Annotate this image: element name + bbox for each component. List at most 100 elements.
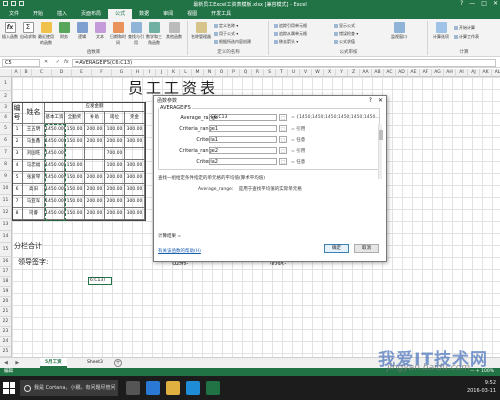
row-header[interactable]: 22	[0, 317, 12, 327]
edge-icon[interactable]	[146, 381, 160, 395]
column-header[interactable]: N	[204, 69, 216, 77]
column-header[interactable]: U	[288, 69, 300, 77]
active-cell[interactable]: 6:C13)	[88, 277, 112, 285]
range-picker-icon[interactable]: ⬚	[279, 158, 287, 165]
column-header[interactable]: M	[192, 69, 204, 77]
argument-input[interactable]	[209, 147, 277, 154]
row-header[interactable]: 18	[0, 277, 12, 287]
column-header[interactable]: AE	[408, 69, 420, 77]
tab-data[interactable]: 数据	[132, 9, 156, 19]
trace-precedents-button[interactable]: 追踪引用单元格	[274, 23, 307, 29]
error-checking-button[interactable]: 错误检查 ▾	[334, 31, 358, 37]
argument-input[interactable]	[209, 136, 277, 143]
row-header[interactable]: 5	[0, 123, 12, 135]
maximize-button[interactable]: □	[481, 0, 487, 7]
tab-review[interactable]: 审阅	[156, 9, 180, 19]
row-header[interactable]: 2	[0, 91, 12, 103]
row-header[interactable]: 6	[0, 135, 12, 147]
dialog-close-button[interactable]: ✕	[378, 97, 383, 104]
calculation-options-button[interactable]: 计算选项	[431, 22, 451, 40]
autosum-button[interactable]: Σ 自动求和	[20, 22, 36, 40]
calculate-now-button[interactable]: 开始计算	[454, 25, 475, 31]
range-picker-icon[interactable]: ⬚	[279, 125, 287, 132]
tab-home[interactable]: 开始	[26, 9, 50, 19]
column-header[interactable]: Y	[336, 69, 348, 77]
use-in-formula-button[interactable]: 用于公式 ▾	[214, 31, 238, 37]
column-header[interactable]: AA	[360, 69, 372, 77]
column-header[interactable]: T	[276, 69, 288, 77]
sheet-tab-may-salary[interactable]: 5月工资	[40, 358, 67, 368]
help-button[interactable]: ?	[460, 0, 463, 7]
column-header[interactable]: A	[12, 69, 21, 77]
row-header[interactable]: 12	[0, 207, 12, 219]
column-header[interactable]: AI	[456, 69, 468, 77]
formula-cancel-enter-buttons[interactable]: ✕ ✓	[44, 59, 63, 65]
column-header[interactable]: X	[324, 69, 336, 77]
insert-function-button[interactable]: fx 插入函数	[2, 22, 18, 40]
excel-icon[interactable]	[206, 381, 220, 395]
column-header[interactable]: B	[21, 69, 32, 77]
calculate-sheet-button[interactable]: 计算工作表	[454, 34, 479, 40]
row-header[interactable]: 21	[0, 307, 12, 317]
tab-view[interactable]: 视图	[180, 9, 204, 19]
tab-insert[interactable]: 插入	[50, 9, 74, 19]
remove-arrows-button[interactable]: 移去箭头 ▾	[274, 39, 298, 45]
lookup-button[interactable]: 查找与引用	[128, 22, 144, 46]
column-header[interactable]: AB	[372, 69, 384, 77]
column-header[interactable]: AK	[480, 69, 492, 77]
tab-developer[interactable]: 开发工具	[204, 9, 238, 19]
row-header[interactable]: 25	[0, 347, 12, 357]
column-header[interactable]: S	[264, 69, 276, 77]
help-link[interactable]: 有关该函数的帮助(H)	[158, 248, 201, 254]
range-picker-icon[interactable]: ⬚	[279, 114, 287, 121]
column-header[interactable]: AH	[444, 69, 456, 77]
logical-button[interactable]: 逻辑	[74, 22, 90, 40]
sheet-nav-arrows[interactable]: ◀ ▶	[4, 360, 22, 366]
file-explorer-icon[interactable]	[166, 381, 180, 395]
column-header[interactable]: R	[252, 69, 264, 77]
add-sheet-button[interactable]: +	[114, 359, 122, 367]
row-header[interactable]: 10	[0, 183, 12, 195]
column-header[interactable]: L	[180, 69, 192, 77]
trace-dependents-button[interactable]: 追踪从属单元格	[274, 31, 307, 37]
argument-input[interactable]	[209, 158, 277, 165]
row-header[interactable]: 1	[0, 77, 12, 91]
row-header[interactable]: 19	[0, 287, 12, 297]
row-header[interactable]: 17	[0, 267, 12, 277]
column-header[interactable]: C	[32, 69, 52, 77]
range-picker-icon[interactable]: ⬚	[279, 136, 287, 143]
column-header[interactable]: E	[72, 69, 92, 77]
row-header[interactable]: 4	[0, 113, 12, 123]
tab-page-layout[interactable]: 页面布局	[74, 9, 108, 19]
column-header[interactable]: P	[228, 69, 240, 77]
column-header[interactable]: Z	[348, 69, 360, 77]
windows-start-icon[interactable]	[3, 382, 15, 394]
row-header[interactable]: 7	[0, 147, 12, 159]
sheet-tab-sheet3[interactable]: Sheet3	[82, 358, 108, 368]
column-header[interactable]: AG	[432, 69, 444, 77]
math-button[interactable]: 数学和三角函数	[146, 22, 162, 46]
column-header[interactable]: Q	[240, 69, 252, 77]
column-header[interactable]: G	[112, 69, 132, 77]
row-header[interactable]: 20	[0, 297, 12, 307]
minimize-button[interactable]: —	[469, 0, 475, 7]
more-functions-button[interactable]: 其他函数	[166, 22, 182, 40]
define-name-button[interactable]: 定义名称 ▾	[214, 23, 238, 29]
cancel-button[interactable]: 取消	[354, 244, 379, 253]
row-header[interactable]: 15	[0, 243, 12, 257]
argument-input[interactable]: C6:C13	[209, 114, 277, 121]
tab-file[interactable]: 文件	[2, 9, 26, 19]
row-header[interactable]: 3	[0, 103, 12, 113]
ok-button[interactable]: 确定	[324, 244, 349, 253]
fx-icon[interactable]: fx	[64, 59, 69, 65]
column-header[interactable]: F	[92, 69, 112, 77]
column-header[interactable]: O	[216, 69, 228, 77]
column-header[interactable]: AF	[420, 69, 432, 77]
recent-functions-button[interactable]: 最近使用的函数	[38, 22, 54, 46]
column-header[interactable]: K	[168, 69, 180, 77]
column-header[interactable]: I	[144, 69, 156, 77]
row-header[interactable]: 23	[0, 327, 12, 337]
dialog-help-button[interactable]: ?	[369, 97, 372, 104]
row-header[interactable]: 24	[0, 337, 12, 347]
store-icon[interactable]	[186, 381, 200, 395]
